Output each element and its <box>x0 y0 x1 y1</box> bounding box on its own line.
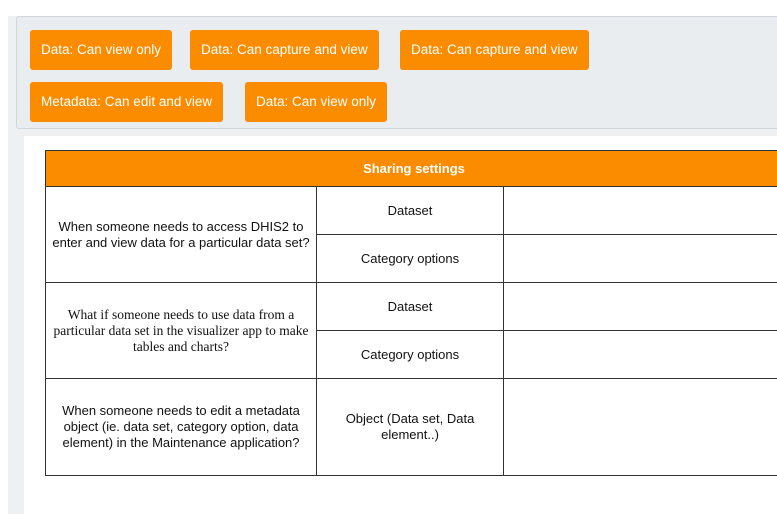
drop-zone[interactable] <box>503 186 777 235</box>
drop-zone[interactable] <box>503 378 777 476</box>
object-cell: Category options <box>316 234 504 283</box>
answer-options-area: Data: Can view only Data: Can capture an… <box>16 16 777 129</box>
answer-chip[interactable]: Data: Can view only <box>30 30 173 70</box>
object-cell: Object (Data set, Data element..) <box>316 378 504 476</box>
answer-chip[interactable]: Data: Can capture and view <box>190 30 379 70</box>
answer-chip[interactable]: Metadata: Can edit and view <box>30 82 224 122</box>
exercise-container: Data: Can view only Data: Can capture an… <box>8 16 777 514</box>
table-header: Sharing settings <box>45 150 777 187</box>
drop-zone[interactable] <box>503 330 777 379</box>
question-cell: What if someone needs to use data from a… <box>45 282 317 379</box>
drop-zone[interactable] <box>503 234 777 283</box>
question-cell: When someone needs to access DHIS2 to en… <box>45 186 317 283</box>
sharing-settings-table: Sharing settings When someone needs to a… <box>45 150 777 476</box>
object-cell: Dataset <box>316 282 504 331</box>
answer-chip[interactable]: Data: Can capture and view <box>400 30 589 70</box>
object-cell: Dataset <box>316 186 504 235</box>
question-cell: When someone needs to edit a metadata ob… <box>45 378 317 476</box>
object-cell: Category options <box>316 330 504 379</box>
table-panel: Sharing settings When someone needs to a… <box>24 136 777 514</box>
drop-zone[interactable] <box>503 282 777 331</box>
answer-chip[interactable]: Data: Can view only <box>245 82 388 122</box>
